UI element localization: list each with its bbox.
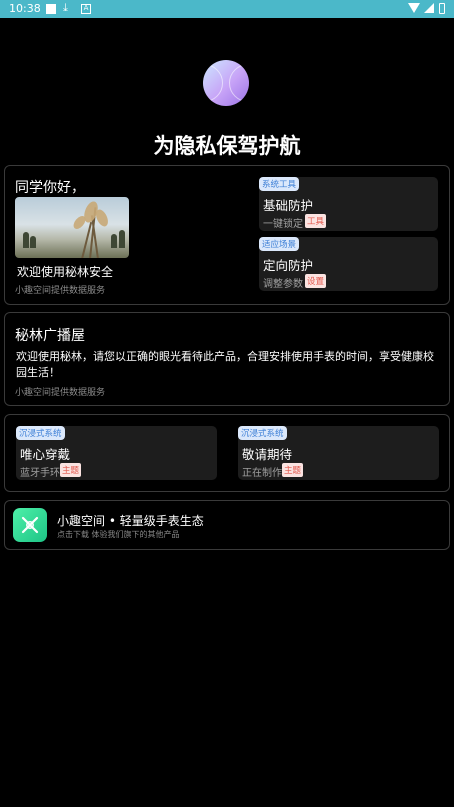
category-tag: 系统工具 [259,177,300,191]
reed-grass-photo [15,197,129,258]
feature-card-targeted-protection[interactable]: 适应场景 定向防护 调整参数 设置 [259,237,438,291]
theme-subtitle: 蓝牙手环 [20,468,60,479]
x-logo-icon [13,508,47,542]
feature-badge: 工具 [305,214,327,228]
battery-icon [439,3,445,14]
wifi-icon [408,3,420,13]
service-note: 小趣空间提供数据服务 [15,388,106,398]
feature-card-basic-protection[interactable]: 系统工具 基础防护 一键锁定 工具 [259,177,438,231]
ecosystem-title: 小趣空间 • 轻量级手表生态 [57,514,204,528]
status-bar: 10:38 ⤓ A [0,0,454,18]
broadcast-card: 秘林广播屋 欢迎使用秘林，请您以正确的眼光看待此产品，合理安排使用手表的时间，享… [4,312,450,406]
broadcast-body: 欢迎使用秘林，请您以正确的眼光看待此产品，合理安排使用手表的时间，享受健康校园生… [16,350,434,379]
notification-square-icon [46,4,56,14]
page-title: 为隐私保驾护航 [153,134,301,158]
feature-subtitle: 一键锁定 [263,219,303,230]
theme-card: 沉浸式系统 唯心穿戴 蓝牙手环 主题 沉浸式系统 敬请期待 正在制作 主题 [4,414,450,492]
ecosystem-subtitle: 点击下载 体验我们旗下的其他产品 [57,530,180,539]
theme-subtitle: 正在制作 [242,468,282,479]
feature-subtitle: 调整参数 [263,279,303,290]
welcome-text: 欢迎使用秘林安全 [17,265,114,279]
category-tag: 沉浸式系统 [16,426,65,440]
status-time: 10:38 [9,2,41,15]
feature-title: 基础防护 [263,198,314,213]
theme-badge: 主题 [60,463,82,477]
theme-card-coming-soon[interactable]: 沉浸式系统 敬请期待 正在制作 主题 [238,426,439,480]
app-logo [203,60,249,106]
theme-badge: 主题 [282,463,304,477]
service-note: 小趣空间提供数据服务 [15,286,106,296]
signal-icon [424,3,434,13]
greeting-title: 同学你好， [15,180,85,196]
theme-card-weixin-wear[interactable]: 沉浸式系统 唯心穿戴 蓝牙手环 主题 [16,426,217,480]
category-tag: 适应场景 [259,237,300,251]
theme-title: 敬请期待 [242,447,293,462]
broadcast-title: 秘林广播屋 [15,328,85,344]
category-tag: 沉浸式系统 [238,426,287,440]
ecosystem-card[interactable]: 小趣空间 • 轻量级手表生态 点击下载 体验我们旗下的其他产品 [4,500,450,550]
greeting-card: 同学你好， 欢迎使用秘林安全 小趣空间提供数据服务 系统工具 基础防护 一键锁定… [4,165,450,305]
feature-badge: 设置 [305,274,327,288]
theme-title: 唯心穿戴 [20,447,71,462]
a-icon: A [81,4,91,14]
download-icon: ⤓ [63,1,68,14]
feature-title: 定向防护 [263,258,314,273]
